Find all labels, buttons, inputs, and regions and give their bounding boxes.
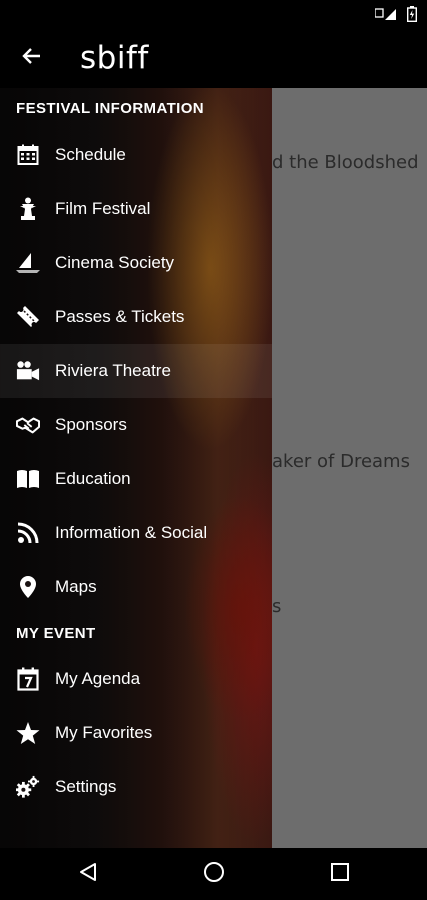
drawer-item-film-festival[interactable]: Film Festival — [0, 182, 272, 236]
section-header-my-event: MY EVENT — [16, 624, 96, 642]
gears-icon — [16, 775, 40, 799]
list-item[interactable]: s — [272, 596, 282, 617]
drawer-item-passes-tickets[interactable]: Passes & Tickets — [0, 290, 272, 344]
drawer-item-maps[interactable]: Maps — [0, 560, 272, 614]
drawer-item-label: Passes & Tickets — [55, 307, 185, 326]
rss-icon — [16, 521, 40, 545]
drawer-item-label: Cinema Society — [55, 253, 175, 272]
arrow-left-icon — [22, 46, 42, 71]
sailboat-icon — [16, 251, 40, 275]
drawer-item-label: Maps — [55, 577, 97, 596]
drawer-item-label: Riviera Theatre — [55, 361, 171, 380]
drawer-item-label: My Agenda — [55, 669, 141, 688]
drawer-item-label: Schedule — [55, 145, 126, 164]
triangle-back-icon — [79, 862, 97, 887]
battery-icon — [407, 6, 417, 22]
status-bar — [0, 0, 427, 28]
drawer-item-riviera-theatre[interactable]: Riviera Theatre — [0, 344, 272, 398]
app-bar: sbiff — [0, 28, 427, 88]
nav-back-button[interactable] — [76, 862, 100, 886]
drawer-item-cinema-society[interactable]: Cinema Society — [0, 236, 272, 290]
drawer-item-my-favorites[interactable]: My Favorites — [0, 706, 272, 760]
oscar-statue-icon — [16, 197, 40, 221]
drawer-item-label: Settings — [55, 777, 117, 796]
projector-icon — [16, 359, 40, 383]
book-icon — [16, 467, 40, 491]
drawer-item-my-agenda[interactable]: My Agenda — [0, 652, 272, 706]
drawer-item-sponsors[interactable]: Sponsors — [0, 398, 272, 452]
drawer-item-schedule[interactable]: Schedule — [0, 128, 272, 182]
handshake-icon — [16, 413, 40, 437]
calendar-icon — [16, 143, 40, 167]
back-button[interactable] — [0, 28, 64, 88]
drawer-item-information-social[interactable]: Information & Social — [0, 506, 272, 560]
square-recents-icon — [330, 862, 350, 887]
list-item[interactable]: aker of Dreams — [272, 451, 427, 472]
star-icon — [16, 721, 40, 745]
ticket-icon — [16, 305, 40, 329]
circle-home-icon — [203, 861, 225, 888]
agenda-calendar-icon — [16, 667, 40, 691]
map-pin-icon — [16, 575, 40, 599]
list-item[interactable]: d the Bloodshed — [272, 152, 427, 173]
nav-recents-button[interactable] — [328, 862, 352, 886]
drawer-item-label: My Favorites — [55, 723, 153, 742]
section-header-festival-information: FESTIVAL INFORMATION — [16, 99, 204, 117]
drawer-item-label: Film Festival — [55, 199, 151, 218]
app-title: sbiff — [80, 40, 149, 76]
system-nav-bar — [0, 848, 427, 900]
drawer-item-settings[interactable]: Settings — [0, 760, 272, 814]
drawer-item-label: Information & Social — [55, 523, 208, 542]
navigation-drawer: FESTIVAL INFORMATION Schedule Film Festi… — [0, 88, 272, 848]
drawer-item-label: Sponsors — [55, 415, 127, 434]
drawer-item-label: Education — [55, 469, 131, 488]
signal-icon — [375, 7, 397, 21]
drawer-item-education[interactable]: Education — [0, 452, 272, 506]
nav-home-button[interactable] — [202, 861, 226, 888]
